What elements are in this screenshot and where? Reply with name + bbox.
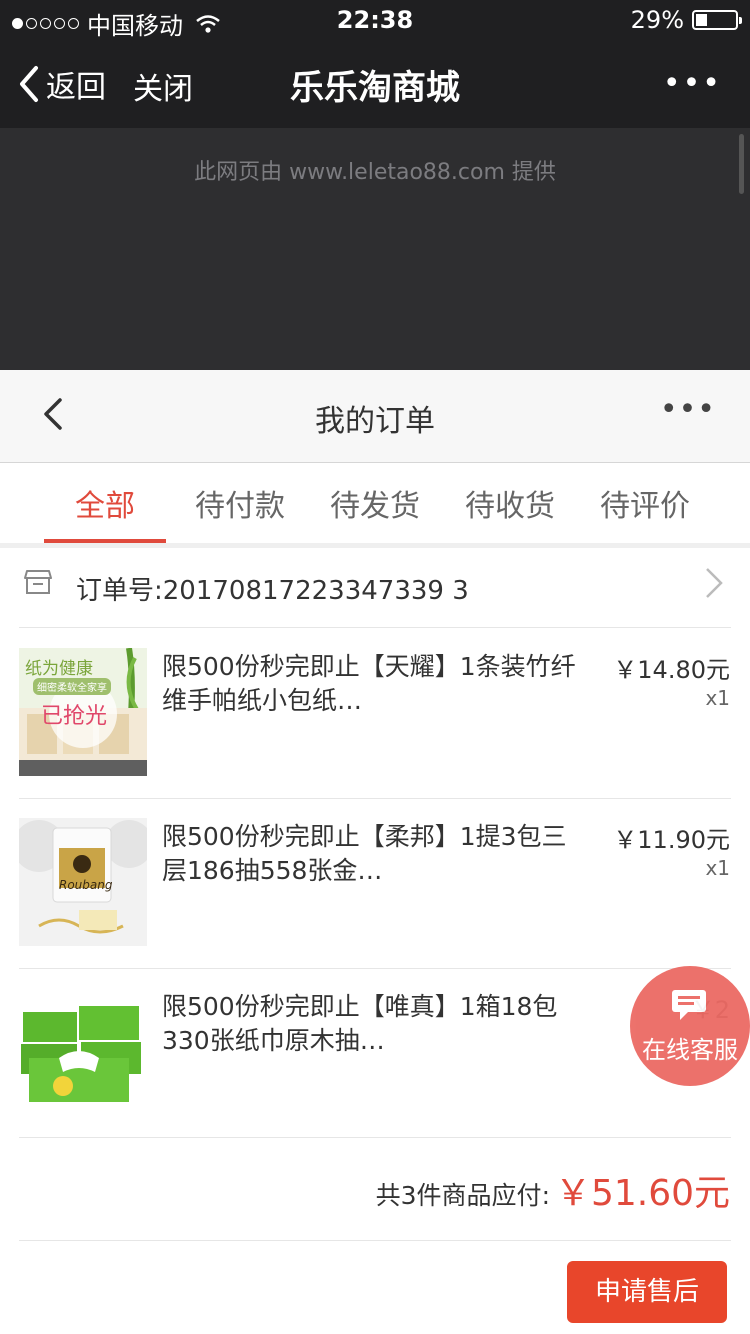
page-header: 我的订单 •••: [0, 370, 750, 463]
list-item[interactable]: 纸为健康 细密柔软全家享 已抢光 限500份秒完即止【天耀】1条装竹纤维手帕纸小…: [0, 628, 750, 798]
tab-pending-payment[interactable]: 待付款: [175, 481, 305, 525]
store-icon: [24, 570, 52, 594]
thumb-subslogan: 细密柔软全家享: [33, 678, 111, 695]
product-name: 限500份秒完即止【天耀】1条装竹纤维手帕纸小包纸…: [162, 652, 576, 715]
chevron-right-icon: [706, 568, 723, 598]
battery-percent: 29%: [630, 6, 684, 34]
battery-icon: [692, 10, 742, 30]
tab-pending-shipment[interactable]: 待发货: [310, 481, 440, 525]
customer-service-button[interactable]: 在线客服: [630, 966, 750, 1086]
thumb-slogan: 纸为健康: [25, 659, 93, 679]
product-name: 限500份秒完即止【柔邦】1提3包三层186抽558张金…: [162, 822, 567, 885]
chat-bubble-icon: [672, 990, 706, 1020]
product-name: 限500份秒完即止【唯真】1箱18包 330张纸巾原木抽…: [162, 992, 558, 1055]
order-number: 订单号:20170817223347339 3: [76, 576, 469, 606]
product-price: ￥14.80元: [613, 656, 730, 684]
browser-nav-bar: 返回 关闭 乐乐淘商城 •••: [0, 40, 750, 128]
webview-source-note: 此网页由 www.leletao88.com 提供: [194, 160, 556, 185]
after-sale-button[interactable]: 申请售后: [567, 1261, 727, 1323]
tab-all[interactable]: 全部: [40, 481, 170, 525]
sold-out-badge: 已抢光: [41, 704, 108, 729]
product-thumbnail: Roubang: [19, 818, 147, 946]
page-title: 乐乐淘商城: [290, 68, 460, 108]
customer-service-label: 在线客服: [642, 1036, 738, 1064]
summary-amount: ￥51.60元: [554, 1173, 730, 1214]
battery-status: 29%: [630, 6, 742, 34]
order-summary: 共3件商品应付: ￥51.60元: [0, 1138, 750, 1242]
product-price: ￥11.90元: [613, 826, 730, 854]
active-tab-indicator: [44, 539, 166, 543]
list-item[interactable]: Roubang 限500份秒完即止【柔邦】1提3包三层186抽558张金… ￥1…: [0, 798, 750, 968]
tab-pending-review[interactable]: 待评价: [580, 481, 710, 525]
product-quantity: x1: [705, 856, 730, 880]
product-thumbnail: 纸为健康 细密柔软全家享 已抢光: [19, 648, 147, 776]
scrollbar[interactable]: [739, 134, 744, 194]
header-title: 我的订单: [315, 404, 435, 439]
order-header[interactable]: 订单号:20170817223347339 3: [0, 548, 750, 628]
summary-label: 共3件商品应付:: [375, 1181, 550, 1210]
product-thumbnail: [19, 988, 147, 1116]
tab-pending-receipt[interactable]: 待收货: [445, 481, 575, 525]
order-page: 我的订单 ••• 全部 待付款 待发货 待收货 待评价 订单号:20170817…: [0, 370, 750, 1334]
divider: [19, 1240, 731, 1241]
product-quantity: x1: [705, 686, 730, 710]
thumb-brand: Roubang: [59, 878, 113, 892]
more-menu-button[interactable]: •••: [663, 66, 722, 101]
header-more-button[interactable]: •••: [660, 392, 716, 427]
product-image: [19, 988, 147, 1116]
order-tabs: 全部 待付款 待发货 待收货 待评价: [0, 463, 750, 548]
status-bar: 中国移动 22:38 29%: [0, 0, 750, 40]
